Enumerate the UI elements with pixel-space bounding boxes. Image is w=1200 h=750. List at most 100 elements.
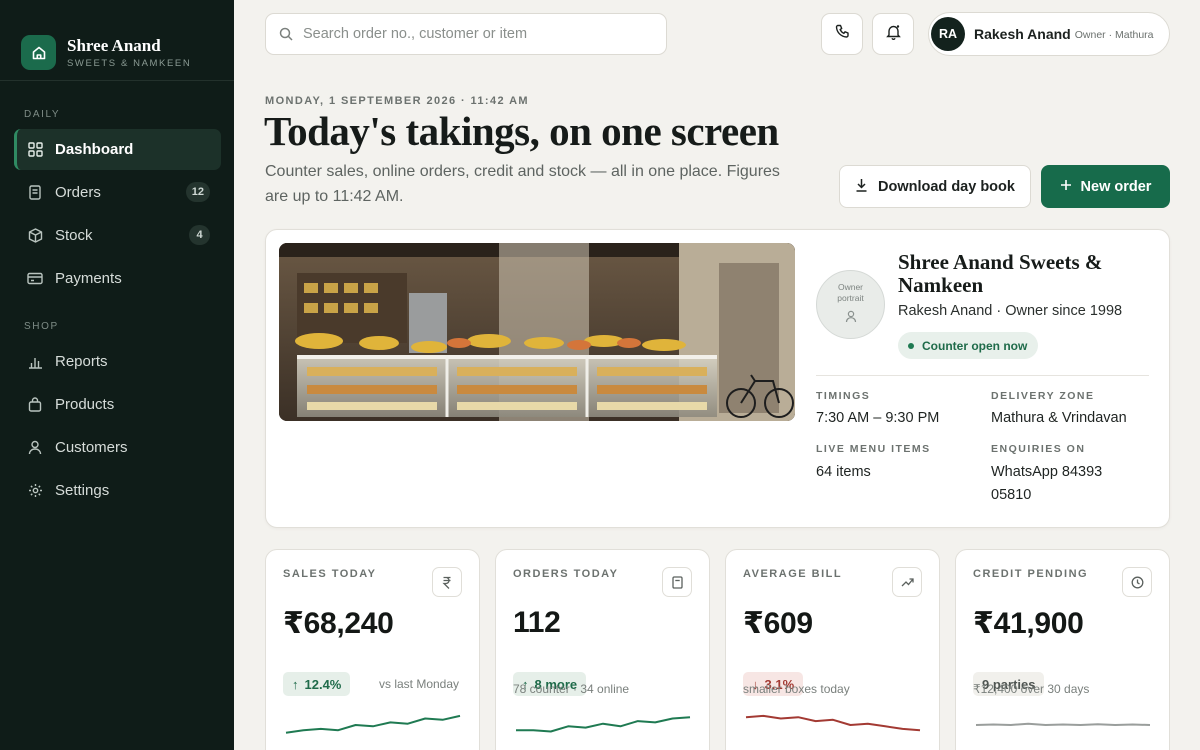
live-menu-value: 64 items: [816, 464, 871, 480]
sidebar-item-label: Reports: [55, 353, 108, 370]
delivery-zone-label: DELIVERY ZONE: [991, 390, 1095, 402]
sparkline-line: [975, 722, 1151, 726]
kpi-card-sales[interactable]: SALES TODAY ₹68,240 ↑ 12.4% vs last Monda…: [265, 549, 480, 750]
nav-section-daily: DAILY: [24, 109, 61, 120]
user-icon: [27, 440, 43, 456]
kpi-card-average-bill[interactable]: AVERAGE BILL ₹609 ↓ 3.1% smaller boxes to…: [725, 549, 940, 750]
kpi-change-value: 12.4%: [304, 676, 342, 692]
sparkline: [285, 714, 461, 734]
kpi-label: SALES TODAY: [283, 568, 377, 580]
clock-icon: [1122, 567, 1152, 597]
page-title: Today's takings, on one screen: [264, 108, 779, 154]
delivery-zone-value: Mathura & Vrindavan: [991, 410, 1127, 426]
date-time: MONDAY, 1 SEPTEMBER 2026 · 11:42 AM: [265, 95, 529, 107]
bell-icon: [885, 24, 901, 45]
sparkline-line: [516, 716, 691, 733]
stock-alert-badge: 4: [189, 225, 210, 245]
download-label: Download day book: [878, 178, 1015, 195]
sidebar-item-customers[interactable]: Customers: [14, 427, 221, 468]
orders-count-badge: 12: [185, 182, 210, 202]
kpi-note: ₹12,400 over 30 days: [973, 682, 1090, 696]
notifications-button[interactable]: [872, 13, 914, 55]
enquiries-value: WhatsApp 84393 05810: [991, 464, 1103, 503]
user-name: Rakesh Anand: [974, 26, 1071, 42]
arrow-up-icon: ↑: [292, 676, 299, 692]
portrait-label: Owner portrait: [837, 281, 864, 303]
kpi-value: ₹609: [743, 607, 813, 640]
search-input[interactable]: [303, 26, 643, 42]
sidebar-item-products[interactable]: Products: [14, 384, 221, 425]
phone-icon: [835, 24, 850, 44]
receipt-icon: [27, 185, 43, 201]
nav-section-shop: SHOP: [24, 321, 59, 332]
sidebar-item-settings[interactable]: Settings: [14, 470, 221, 511]
sidebar-item-reports[interactable]: Reports: [14, 341, 221, 382]
page-subtitle: Counter sales, online orders, credit and…: [265, 163, 780, 205]
sidebar-item-label: Orders: [55, 184, 101, 201]
brand[interactable]: Shree Anand SWEETS & NAMKEEN: [0, 0, 234, 81]
receipt-icon: [662, 567, 692, 597]
kpi-card-credit[interactable]: CREDIT PENDING ₹41,900 9 parties ₹12,400…: [955, 549, 1170, 750]
avatar: RA: [931, 17, 965, 51]
live-menu-label: LIVE MENU ITEMS: [816, 443, 931, 455]
store-name: Shree Anand Sweets & Namkeen: [898, 250, 1103, 297]
kpi-note: smaller boxes today: [743, 682, 850, 696]
call-button[interactable]: [821, 13, 863, 55]
brand-name: Shree Anand: [67, 35, 161, 55]
download-day-book-button[interactable]: Download day book: [839, 165, 1031, 208]
bar-chart-icon: [27, 354, 43, 370]
sidebar-item-orders[interactable]: Orders 12: [14, 172, 221, 213]
kpi-value: 112: [513, 606, 561, 639]
status-dot-icon: [908, 342, 914, 349]
user-icon: [845, 310, 857, 328]
sparkline: [975, 722, 1151, 726]
kpi-card-orders[interactable]: ORDERS TODAY 112 ↑ 8 more 78 counter · 34…: [495, 549, 710, 750]
sparkline-line: [745, 714, 921, 732]
status-text: Counter open now: [922, 338, 1028, 353]
trend-up-icon: [892, 567, 922, 597]
timings-value: 7:30 AM – 9:30 PM: [816, 410, 940, 426]
grid-icon: [27, 142, 43, 158]
rupee-icon: [432, 567, 462, 597]
card-icon: [27, 271, 43, 287]
kpi-note: 78 counter · 34 online: [513, 682, 630, 696]
sparkline-line: [285, 714, 461, 734]
new-order-button[interactable]: New order: [1041, 165, 1170, 208]
brand-tagline: SWEETS & NAMKEEN: [67, 57, 192, 69]
sidebar-item-dashboard[interactable]: Dashboard: [14, 129, 221, 170]
box-icon: [27, 228, 43, 244]
gear-icon: [27, 483, 43, 499]
store-photo: [279, 243, 795, 421]
sidebar-item-stock[interactable]: Stock 4: [14, 215, 221, 256]
plus-icon: [1060, 179, 1072, 195]
search-icon: [279, 27, 293, 41]
user-menu[interactable]: RA Rakesh Anand Owner · Mathura: [928, 12, 1170, 56]
sidebar-item-label: Customers: [55, 439, 128, 456]
user-role: Owner · Mathura: [1074, 29, 1154, 41]
sidebar-item-label: Payments: [55, 270, 122, 287]
sparkline: [745, 714, 921, 732]
sidebar-item-label: Settings: [55, 482, 110, 499]
kpi-value: ₹41,900: [973, 607, 1084, 640]
new-order-label: New order: [1080, 178, 1152, 195]
store-profile-card: Owner portrait Shree Anand Sweets & Namk…: [265, 229, 1170, 528]
bag-icon: [27, 397, 43, 413]
kpi-change-chip: ↑ 12.4%: [283, 672, 351, 696]
store-owner: Rakesh Anand · Owner since 1998: [898, 303, 1123, 319]
sidebar-item-payments[interactable]: Payments: [14, 258, 221, 299]
download-icon: [855, 178, 868, 196]
timings-label: TIMINGS: [816, 390, 871, 402]
search-bar[interactable]: [265, 13, 667, 55]
owner-portrait: Owner portrait: [816, 270, 885, 339]
kpi-note: vs last Monday: [379, 677, 460, 691]
sparkline: [516, 716, 691, 733]
sidebar-item-label: Stock: [55, 227, 93, 244]
sidebar-item-label: Products: [55, 396, 115, 413]
home-icon: [21, 35, 56, 70]
sidebar-item-label: Dashboard: [55, 141, 134, 158]
kpi-label: AVERAGE BILL: [743, 568, 843, 580]
divider: [816, 375, 1149, 376]
kpi-label: ORDERS TODAY: [513, 568, 619, 580]
sidebar: Shree Anand SWEETS & NAMKEEN DAILY Dashb…: [0, 0, 234, 750]
enquiries-label: ENQUIRIES ON: [991, 443, 1086, 455]
